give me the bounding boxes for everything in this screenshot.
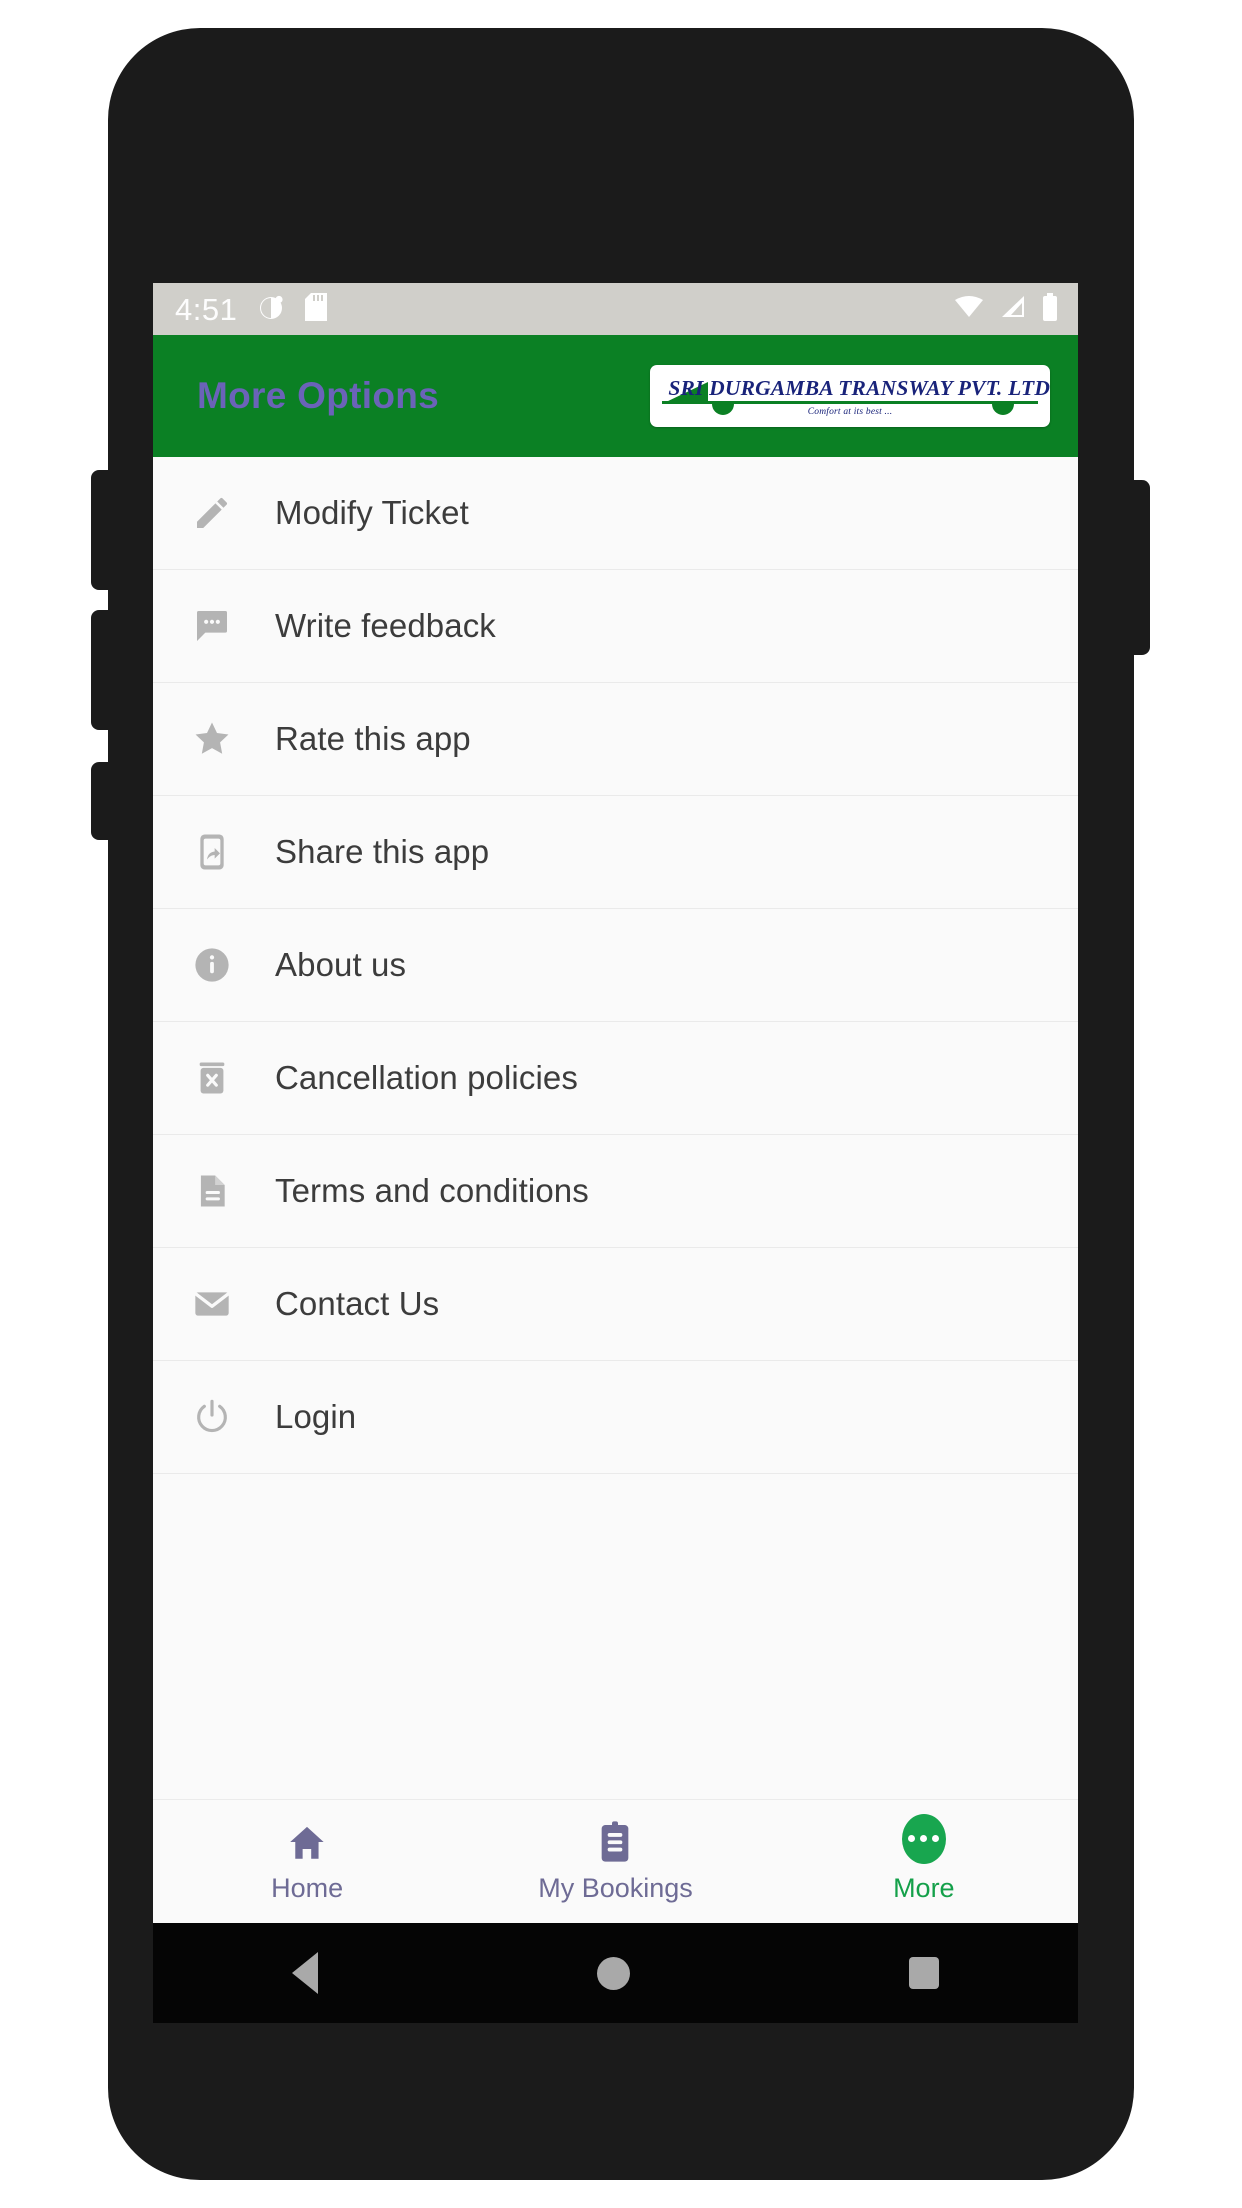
status-left-icon-group [259,292,328,326]
nav-tab-label: My Bookings [538,1872,693,1903]
power-icon [189,1394,235,1440]
menu-item-terms-and-conditions[interactable]: Terms and conditions [153,1135,1078,1248]
menu-item-contact-us[interactable]: Contact Us [153,1248,1078,1361]
company-logo: SRI DURGAMBA TRANSWAY PVT. LTD. Comfort … [650,365,1050,427]
back-icon[interactable] [292,1952,319,1994]
logo-tagline: Comfort at its best ... [807,406,893,417]
logo-wheel-left [712,404,734,415]
menu-item-share-this-app[interactable]: Share this app [153,796,1078,909]
nav-tab-my-bookings[interactable]: My Bookings [461,1820,769,1904]
phone-screen: 4:51 More Options SRI DURGAMBA TRANSWAY … [153,283,1078,1923]
power-button[interactable] [1124,480,1150,655]
wifi-icon [954,295,984,324]
menu-item-label: Contact Us [275,1285,440,1322]
page-title: More Options [197,375,440,416]
cellular-signal-icon [1000,295,1026,324]
pencil-icon [189,490,235,536]
app-bar: More Options SRI DURGAMBA TRANSWAY PVT. … [153,335,1078,457]
envelope-icon [189,1281,235,1327]
side-button[interactable] [91,762,117,840]
info-circle-icon [189,942,235,988]
menu-item-label: Share this app [275,833,490,870]
battery-icon [1042,292,1058,326]
share-phone-icon [189,829,235,875]
menu-item-label: Write feedback [275,607,496,644]
logo-company-name: SRI DURGAMBA TRANSWAY PVT. LTD. [668,375,1050,400]
home-icon [285,1820,329,1864]
status-bar: 4:51 [153,283,1078,335]
menu-item-label: Cancellation policies [275,1059,578,1096]
menu-item-about-us[interactable]: About us [153,909,1078,1022]
logo-wheel-right [992,404,1014,415]
android-system-navigation [153,1923,1078,2023]
more-dots-icon [901,1813,946,1864]
volume-up-button[interactable] [91,470,117,590]
menu-item-label: Modify Ticket [275,494,469,531]
menu-item-write-feedback[interactable]: Write feedback [153,570,1078,683]
more-options-menu: Modify Ticket Write feedback Rate this a… [153,457,1078,1607]
nav-tab-label: Home [271,1872,344,1903]
menu-item-cancellation-policies[interactable]: Cancellation policies [153,1022,1078,1135]
star-icon [189,716,235,762]
volume-down-button[interactable] [91,610,117,730]
home-circle-icon[interactable] [596,1956,630,1990]
status-right-icon-group [954,292,1058,326]
recents-square-icon[interactable] [908,1957,939,1989]
nav-tab-home[interactable]: Home [153,1820,461,1904]
bottom-navigation-bar: Home My Bookings More [153,1799,1078,1923]
clipboard-icon [595,1820,635,1864]
nav-tab-more[interactable]: More [770,1813,1078,1904]
menu-item-label: Rate this app [275,720,471,757]
status-time: 4:51 [175,291,238,327]
sd-card-icon [305,292,328,326]
menu-item-modify-ticket[interactable]: Modify Ticket [153,457,1078,570]
menu-item-login[interactable]: Login [153,1361,1078,1474]
notification-circle-icon [259,294,285,325]
menu-item-label: Login [275,1398,357,1435]
screenshot-stage: 4:51 More Options SRI DURGAMBA TRANSWAY … [0,0,1242,2208]
document-icon [189,1168,235,1214]
menu-item-rate-this-app[interactable]: Rate this app [153,683,1078,796]
chat-bubble-icon [189,603,235,649]
nav-tab-label: More [893,1872,955,1903]
menu-item-label: Terms and conditions [275,1172,589,1209]
menu-item-label: About us [275,946,407,983]
delete-ticket-icon [189,1055,235,1101]
